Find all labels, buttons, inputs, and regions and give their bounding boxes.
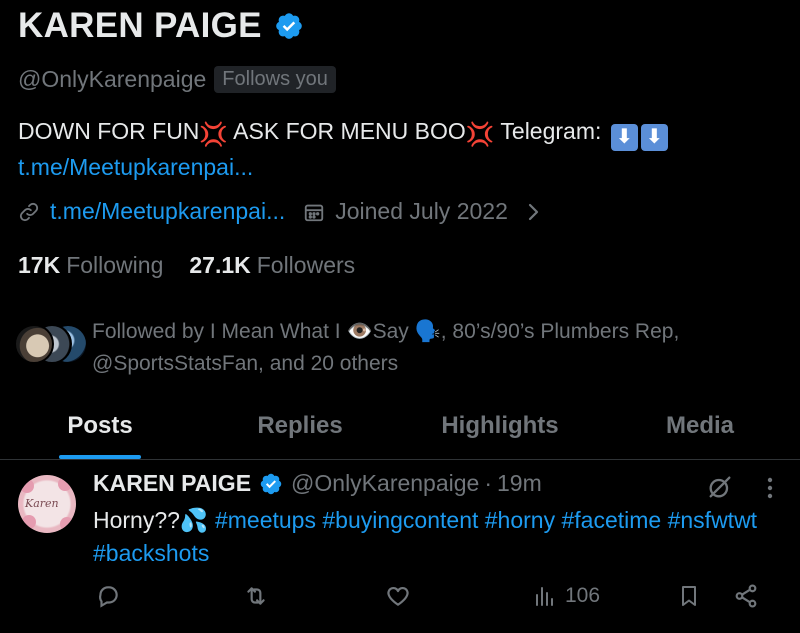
profile-tabs: Posts Replies Highlights Media [0, 392, 800, 460]
calendar-icon [305, 204, 324, 221]
views-chart-icon [536, 587, 553, 606]
avatar [14, 324, 54, 364]
heart-icon [387, 587, 409, 606]
followers-count: 27.1K [189, 252, 251, 278]
views-count: 106 [565, 584, 601, 607]
tab-replies[interactable]: Replies [200, 392, 400, 459]
link-icon [19, 202, 39, 221]
avatar-text: Karen [25, 497, 59, 510]
bio-link[interactable]: t.me/Meetupkarenpai... [18, 154, 253, 180]
avatar-flower-decoration [20, 479, 34, 493]
post-header: KAREN PAIGE @OnlyKarenpaige · 19m [93, 470, 542, 497]
bio-text-3: Telegram: [494, 118, 608, 144]
post-author-name[interactable]: KAREN PAIGE [93, 470, 251, 497]
followers-label: Followers [256, 252, 356, 278]
repost-button[interactable] [243, 583, 269, 609]
joined-date: Joined July 2022 [335, 198, 508, 224]
reply-button[interactable] [95, 583, 121, 609]
website-link[interactable]: t.me/Meetupkarenpai... [50, 198, 285, 225]
tab-highlights[interactable]: Highlights [400, 392, 600, 459]
bio-text-1: DOWN FOR FUN [18, 118, 200, 144]
post-actions: 106 [93, 583, 773, 613]
reply-icon [99, 586, 118, 608]
verified-badge-icon[interactable] [274, 11, 304, 41]
bookmark-icon [682, 586, 696, 606]
profile-handle-row: @OnlyKarenpaige Follows you [18, 66, 336, 93]
avatar-flower-decoration [60, 517, 74, 531]
post-body: Horny??💦 #meetups #buyingcontent #horny … [93, 504, 793, 570]
post-author-handle[interactable]: @OnlyKarenpaige [291, 470, 479, 497]
verified-badge-icon[interactable] [259, 472, 283, 496]
bio-text-2: ASK FOR MENU BOO [228, 118, 466, 144]
following-stat[interactable]: 17K Following [18, 252, 163, 279]
separator-dot: · [484, 470, 493, 496]
followed-by-row[interactable]: Followed by I Mean What I 👁️Say 🗣️, 80’s… [14, 316, 772, 380]
share-icon [735, 584, 757, 608]
post-text: Horny??💦 [93, 507, 215, 533]
profile-bio: DOWN FOR FUN💢 ASK FOR MENU BOO💢 Telegram… [18, 115, 778, 184]
post-timestamp[interactable]: 19m [497, 470, 542, 497]
follower-avatars [14, 316, 88, 368]
avatar-flower-decoration [58, 477, 72, 491]
followed-by-text: Followed by I Mean What I 👁️Say 🗣️, 80’s… [92, 320, 680, 375]
followers-stat[interactable]: 27.1K Followers [189, 252, 355, 279]
following-label: Following [66, 252, 164, 278]
repost-icon [247, 587, 265, 605]
avatar-flower-decoration [22, 515, 36, 529]
post-avatar[interactable]: Karen [18, 475, 76, 533]
views-button[interactable]: 106 [533, 583, 600, 609]
follows-you-badge: Follows you [214, 66, 336, 93]
down-arrow-emoji: ⬇ [640, 124, 668, 151]
chevron-right-icon[interactable] [524, 201, 542, 223]
profile-handle: @OnlyKarenpaige [18, 66, 207, 92]
tab-posts[interactable]: Posts [0, 392, 200, 459]
share-button[interactable] [733, 583, 759, 609]
anger-emoji: 💢 [199, 121, 229, 147]
profile-meta-row: t.me/Meetupkarenpai... Joined July 2022 [18, 198, 542, 225]
profile-display-name: KAREN PAIGE [18, 6, 262, 45]
profile-name-row: KAREN PAIGE [18, 6, 304, 46]
down-arrow-emoji: ⬇ [610, 124, 638, 151]
tab-media[interactable]: Media [600, 392, 800, 459]
grok-icon[interactable] [706, 473, 734, 501]
post-item[interactable]: Karen KAREN PAIGE @OnlyKarenpaige · 19m … [0, 461, 800, 633]
following-count: 17K [18, 252, 61, 278]
more-options-icon[interactable] [760, 475, 780, 501]
follow-stats: 17K Following 27.1K Followers [18, 252, 355, 279]
bookmark-button[interactable] [677, 583, 701, 609]
anger-emoji: 💢 [465, 121, 495, 147]
like-button[interactable] [385, 583, 411, 609]
